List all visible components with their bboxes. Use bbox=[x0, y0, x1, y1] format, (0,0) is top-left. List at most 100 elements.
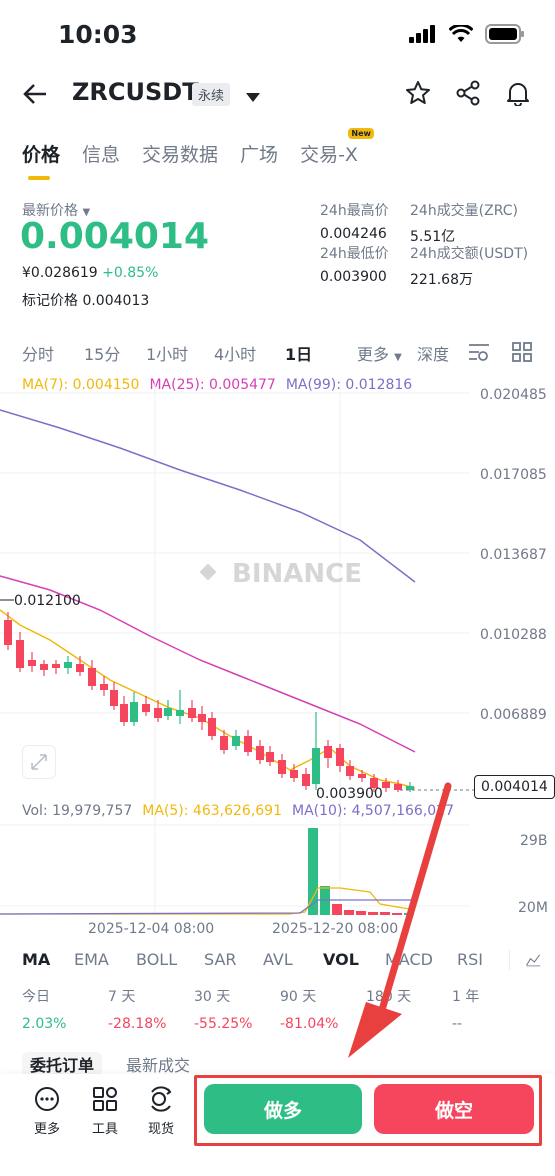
notification-bell-icon[interactable] bbox=[505, 80, 531, 106]
interval-4h[interactable]: 4小时 bbox=[214, 341, 285, 365]
candle bbox=[16, 640, 24, 668]
indicator-ema[interactable]: EMA bbox=[74, 950, 136, 970]
perf-7d: 7 天 -28.18% bbox=[108, 989, 167, 1032]
candle bbox=[154, 708, 162, 718]
stat-24h-high: 24h最高价 0.004246 bbox=[320, 203, 389, 242]
perf-today: 今日 2.03% bbox=[22, 989, 67, 1032]
indicator-avl[interactable]: AVL bbox=[263, 950, 323, 970]
new-badge: New bbox=[348, 128, 374, 139]
candle bbox=[266, 752, 274, 762]
tab-price[interactable]: 价格 bbox=[22, 140, 60, 180]
candle bbox=[120, 704, 128, 722]
candle bbox=[278, 760, 286, 774]
x-label: 2025-12-04 08:00 bbox=[88, 921, 214, 937]
interval-more[interactable]: 更多 ▼ bbox=[357, 341, 417, 365]
price-change: +0.85% bbox=[102, 265, 159, 281]
spot-button[interactable]: 现货 bbox=[148, 1086, 174, 1137]
binance-watermark: BINANCE bbox=[199, 559, 362, 589]
y-label: 0.013687 bbox=[480, 547, 547, 563]
symbol-dropdown-icon[interactable] bbox=[246, 88, 260, 107]
signal-icon bbox=[409, 25, 435, 43]
battery-icon bbox=[485, 24, 524, 44]
y-label: 0.006889 bbox=[480, 707, 547, 723]
highlight-frame bbox=[194, 1075, 542, 1146]
perf-30d: 30 天 -55.25% bbox=[194, 989, 253, 1032]
back-arrow-icon[interactable] bbox=[22, 82, 48, 110]
indicator-ma[interactable]: MA bbox=[22, 950, 74, 970]
main-tabs: 价格 信息 交易数据 广场 交易-X New bbox=[22, 128, 374, 180]
candle bbox=[358, 774, 366, 778]
depth-tab[interactable]: 深度 bbox=[417, 341, 469, 365]
y-label: 0.010288 bbox=[480, 627, 547, 643]
spot-swap-icon bbox=[151, 1086, 172, 1112]
tab-trading-data[interactable]: 交易数据 bbox=[142, 140, 218, 167]
interval-15m[interactable]: 15分 bbox=[84, 341, 146, 365]
more-button[interactable]: 更多 bbox=[34, 1086, 60, 1137]
indicator-settings-icon[interactable] bbox=[509, 950, 541, 970]
tab-trade-x[interactable]: 交易-X New bbox=[300, 128, 374, 167]
candle bbox=[336, 748, 344, 766]
tab-trade-x-label: 交易-X bbox=[300, 144, 358, 166]
svg-text:BINANCE: BINANCE bbox=[232, 559, 362, 589]
tab-latest-trades[interactable]: 最新成交 bbox=[126, 1052, 190, 1076]
candle bbox=[76, 664, 84, 672]
candle bbox=[176, 710, 184, 716]
candle bbox=[100, 684, 108, 690]
tab-square[interactable]: 广场 bbox=[240, 140, 278, 167]
indicator-boll[interactable]: BOLL bbox=[136, 950, 204, 970]
interval-1h[interactable]: 1小时 bbox=[146, 341, 214, 365]
y-label: 0.017085 bbox=[480, 467, 547, 483]
order-tabs: 委托订单 最新成交 bbox=[22, 1052, 190, 1076]
tools-button[interactable]: 工具 bbox=[92, 1086, 118, 1137]
status-icons bbox=[409, 24, 525, 44]
candle bbox=[164, 708, 172, 716]
header-actions bbox=[405, 80, 531, 106]
candle bbox=[302, 774, 310, 786]
candle bbox=[52, 664, 60, 668]
tools-grid-icon bbox=[93, 1087, 117, 1111]
favorite-star-icon[interactable] bbox=[405, 80, 431, 106]
candle bbox=[88, 668, 96, 686]
candle bbox=[4, 620, 12, 645]
cny-price: ¥0.028619 +0.85% bbox=[22, 265, 158, 281]
indicator-rsi[interactable]: RSI bbox=[457, 950, 497, 970]
more-dots-icon bbox=[35, 1087, 59, 1111]
interval-1d[interactable]: 1日 bbox=[285, 341, 337, 365]
cny-value: ¥0.028619 bbox=[22, 265, 98, 281]
share-icon[interactable] bbox=[455, 80, 481, 106]
status-time: 10:03 bbox=[58, 20, 138, 49]
mark-price: 标记价格 0.004013 bbox=[22, 293, 150, 309]
candle bbox=[290, 770, 298, 778]
volume-bar bbox=[308, 828, 318, 915]
interval-timeline[interactable]: 分时 bbox=[22, 341, 84, 365]
candle bbox=[312, 748, 320, 784]
candle bbox=[346, 766, 354, 776]
candle bbox=[188, 708, 196, 718]
contract-type-badge: 永续 bbox=[192, 83, 231, 106]
stat-24h-low: 24h最低价 0.003900 bbox=[320, 246, 389, 285]
candle bbox=[324, 746, 332, 758]
candlestick-chart[interactable]: BINANCE 0.012100 0.003900 0.020485 0.017… bbox=[0, 370, 555, 950]
annotation-arrow bbox=[348, 782, 452, 1058]
indicator-bar: MA EMA BOLL SAR AVL VOL MACD RSI bbox=[0, 950, 555, 970]
candle bbox=[208, 718, 216, 736]
chart-settings-icon[interactable] bbox=[468, 342, 490, 362]
interval-bar: 分时 15分 1小时 4小时 1日 更多 ▼ 深度 bbox=[22, 341, 469, 365]
indicator-sar[interactable]: SAR bbox=[204, 950, 263, 970]
candle bbox=[64, 662, 72, 668]
candle bbox=[110, 690, 118, 706]
layout-grid-icon[interactable] bbox=[512, 342, 532, 362]
performance-row: 今日 2.03% 7 天 -28.18% 30 天 -55.25% 90 天 -81.0… bbox=[22, 986, 538, 1032]
candle bbox=[130, 702, 138, 722]
symbol-title[interactable]: ZRCUSDT bbox=[72, 78, 199, 106]
candle bbox=[198, 714, 206, 722]
tab-open-orders[interactable]: 委托订单 bbox=[22, 1052, 103, 1076]
y-label: 0.020485 bbox=[480, 387, 547, 403]
tab-info[interactable]: 信息 bbox=[82, 140, 120, 167]
expand-icon[interactable] bbox=[22, 745, 56, 779]
high-marker: 0.012100 bbox=[14, 593, 81, 609]
candle bbox=[142, 704, 150, 712]
wifi-icon bbox=[449, 25, 473, 42]
candle bbox=[220, 736, 228, 750]
candle bbox=[256, 746, 264, 760]
